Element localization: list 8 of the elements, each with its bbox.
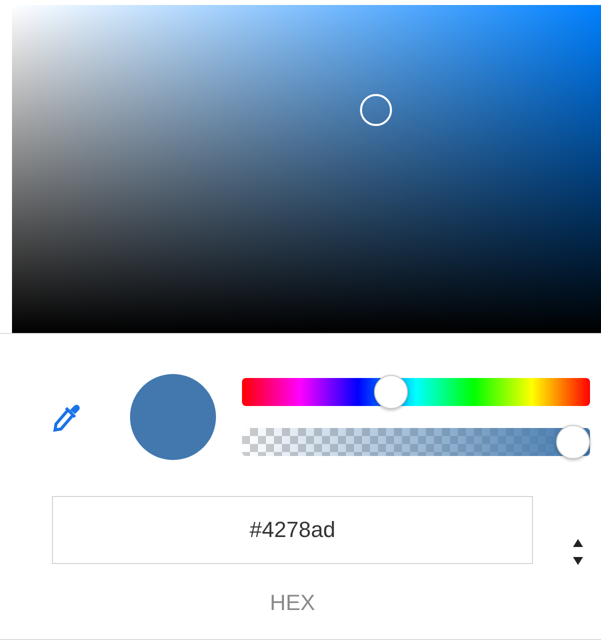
format-label: HEX bbox=[270, 590, 316, 615]
hex-input-field[interactable]: #4278ad bbox=[52, 496, 533, 564]
slider-thumb[interactable] bbox=[556, 425, 590, 459]
color-gradient-area[interactable] bbox=[12, 5, 601, 333]
hue-slider[interactable] bbox=[242, 375, 590, 409]
slider-thumb[interactable] bbox=[374, 375, 408, 409]
color-cursor[interactable] bbox=[360, 94, 392, 126]
alpha-slider[interactable] bbox=[242, 425, 590, 459]
